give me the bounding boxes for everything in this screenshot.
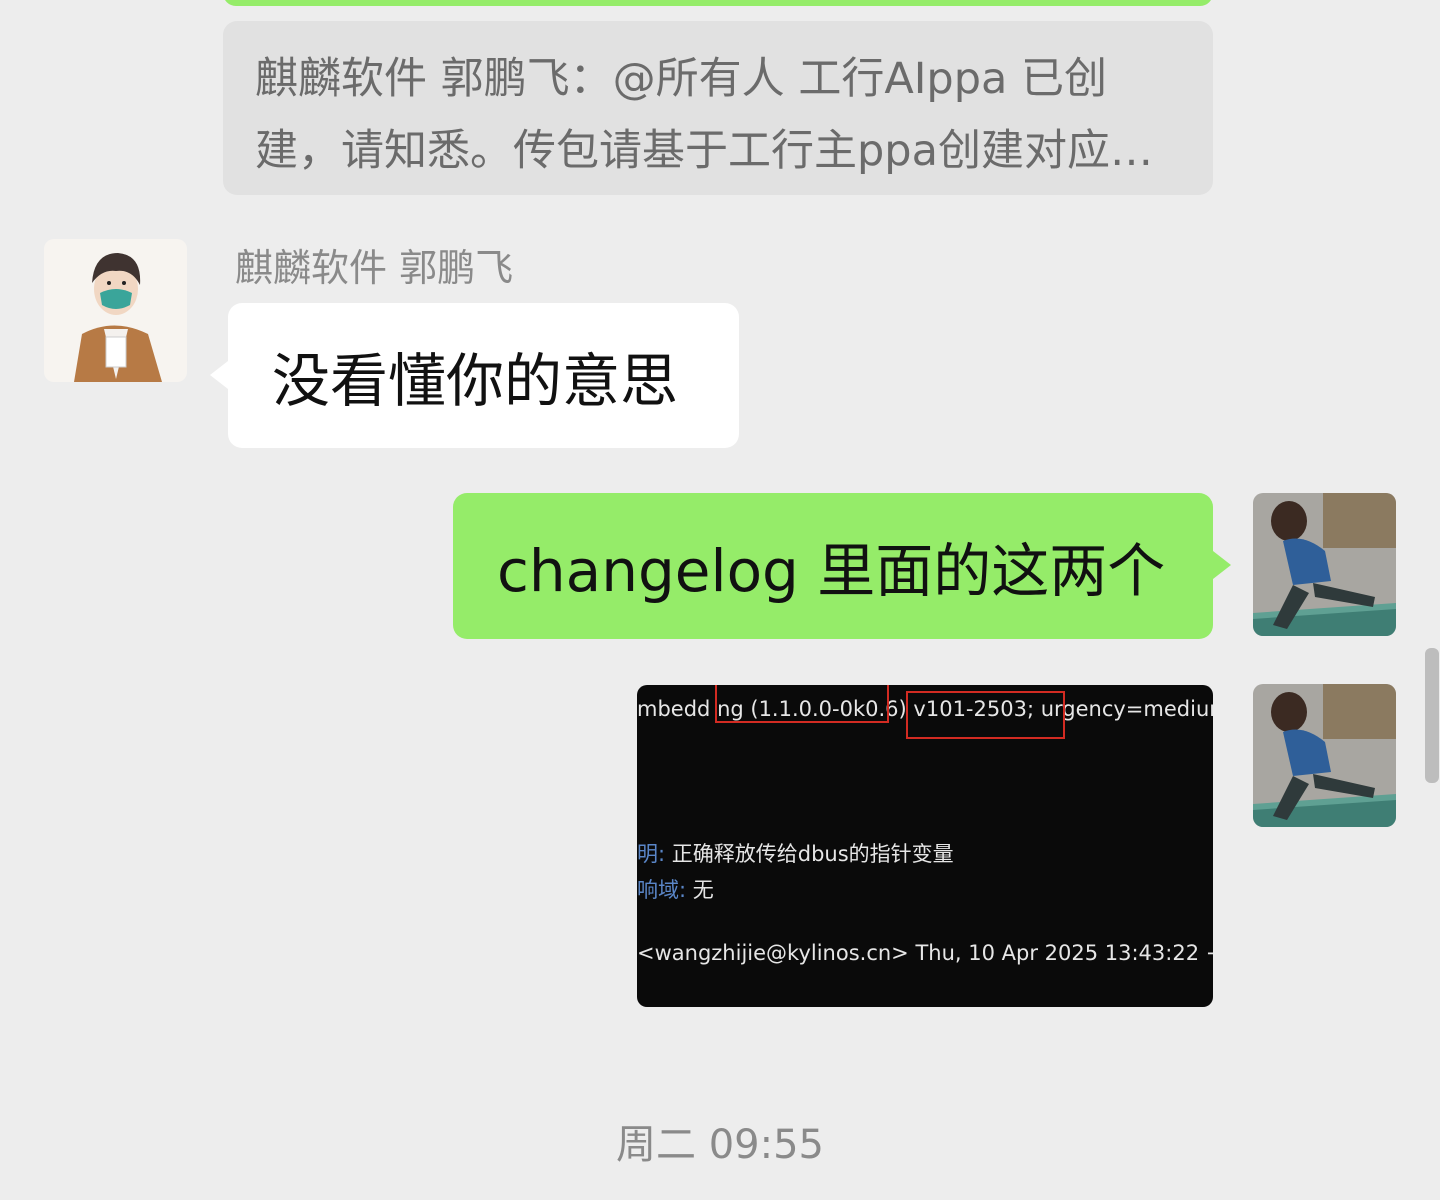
scrollbar[interactable] (1425, 648, 1439, 783)
own-avatar[interactable] (1253, 684, 1396, 827)
screenshot-image-message[interactable]: mbedd ng (1.1.0.0-0k0.6) v101-2503; urge… (637, 685, 1213, 1007)
changelog-line-2-value: 正确释放传给dbus的指针变量 (671, 842, 954, 866)
changelog-line-3-value: 无 (692, 878, 714, 902)
message-timestamp: 周二 09:55 (616, 1122, 824, 1168)
anime-avatar-icon (44, 239, 187, 382)
incoming-message-text: 没看懂你的意思 (272, 346, 679, 415)
quoted-message[interactable]: 麒麟软件 郭鹏飞：@所有人 工行AIppa 已创建，请知悉。传包请基于工行主pp… (223, 21, 1213, 195)
changelog-line-2: 明: 正确释放传给dbus的指针变量 (637, 838, 954, 868)
chat-view: 麒麟软件 郭鹏飞：@所有人 工行AIppa 已创建，请知悉。传包请基于工行主pp… (0, 0, 1440, 1200)
changelog-line-3-label: 响域: (637, 878, 687, 902)
incoming-message-bubble[interactable]: 没看懂你的意思 (210, 303, 739, 448)
highlight-box (906, 691, 1065, 739)
sender-avatar[interactable] (44, 239, 187, 382)
running-child-avatar-icon (1253, 493, 1396, 636)
own-avatar[interactable] (1253, 493, 1396, 636)
previous-outgoing-bubble[interactable] (223, 0, 1213, 6)
quoted-message-text: 麒麟软件 郭鹏飞：@所有人 工行AIppa 已创建，请知悉。传包请基于工行主pp… (255, 54, 1153, 176)
changelog-line-3: 响域: 无 (637, 874, 714, 904)
highlight-box (715, 685, 889, 723)
sender-name: 麒麟软件 郭鹏飞 (235, 246, 514, 290)
changelog-line-1-part-a: mbedd (637, 697, 711, 721)
running-child-avatar-icon (1253, 684, 1396, 827)
outgoing-message-bubble[interactable]: changelog 里面的这两个 (453, 493, 1231, 639)
changelog-line-4: <wangzhijie@kylinos.cn> Thu, 10 Apr 2025… (637, 941, 1213, 965)
changelog-line-2-label: 明: (637, 842, 666, 866)
outgoing-message-text: changelog 里面的这两个 (497, 537, 1166, 605)
